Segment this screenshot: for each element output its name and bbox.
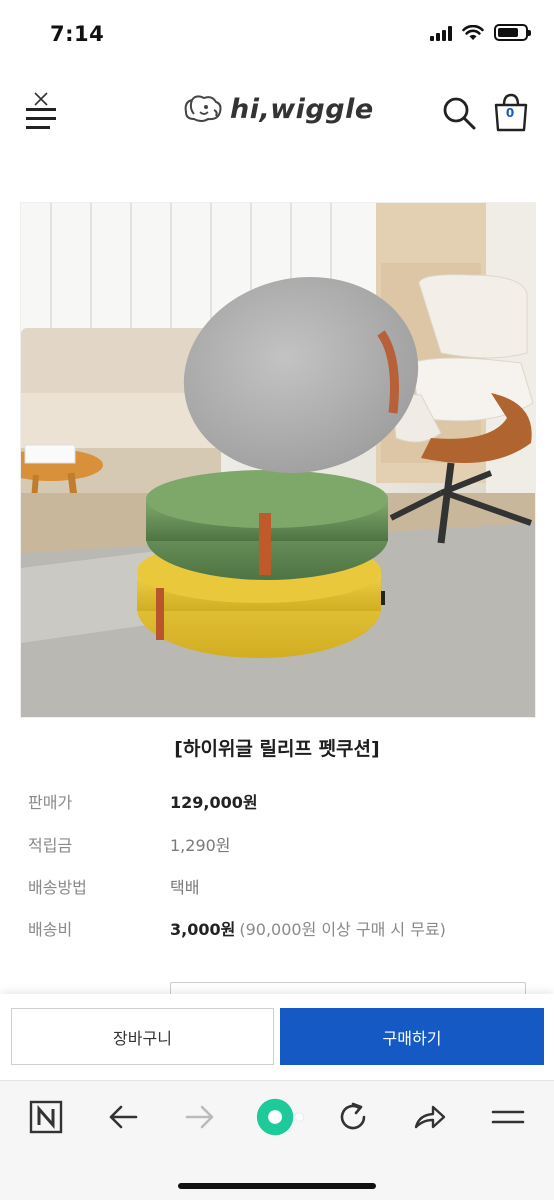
price-label: 판매가 — [28, 793, 73, 812]
search-icon[interactable] — [440, 94, 478, 132]
shipping-method-label: 배송방법 — [28, 878, 87, 897]
shipping-method-row: 배송방법 택배 — [28, 874, 528, 898]
shipping-fee-label: 배송비 — [28, 920, 73, 939]
battery-level — [498, 28, 518, 37]
cellular-signal-icon — [430, 25, 452, 41]
close-x-icon — [34, 92, 48, 106]
points-label: 적립금 — [28, 836, 73, 855]
back-arrow-icon[interactable] — [103, 1097, 143, 1137]
home-indicator — [178, 1183, 376, 1189]
shipping-fee-value: 3,000원 — [170, 920, 236, 939]
menu-icon[interactable] — [488, 1097, 528, 1137]
product-image[interactable] — [20, 202, 536, 718]
points-row: 적립금 1,290원 — [28, 832, 528, 856]
points-value: 1,290원 — [170, 836, 231, 855]
forward-arrow-icon[interactable] — [180, 1097, 220, 1137]
price-value: 129,000원 — [170, 793, 258, 812]
buy-now-button[interactable]: 구매하기 — [280, 1008, 544, 1065]
shipping-method-value: 택배 — [170, 878, 200, 897]
shipping-fee-row: 배송비 3,000원 (90,000원 이상 구매 시 무료) — [28, 916, 528, 940]
dog-logo-icon — [184, 95, 222, 122]
wifi-icon — [462, 24, 484, 40]
status-time: 7:14 — [50, 22, 105, 46]
brand-name: hi,wiggle — [230, 93, 374, 125]
naver-home-icon[interactable] — [26, 1097, 66, 1137]
brand-logo[interactable]: hi,wiggle — [180, 92, 374, 126]
cart-count-badge: 0 — [505, 106, 515, 120]
browser-toolbar — [0, 1080, 554, 1200]
status-icons — [430, 24, 531, 41]
battery-icon — [494, 24, 531, 41]
green-dot-icon[interactable] — [256, 1091, 308, 1143]
shipping-fee-note: (90,000원 이상 구매 시 무료) — [239, 920, 446, 939]
purchase-action-bar: 장바구니 구매하기 — [0, 994, 554, 1080]
refresh-icon[interactable] — [333, 1097, 373, 1137]
share-icon[interactable] — [410, 1097, 450, 1137]
status-bar: 7:14 — [0, 0, 554, 72]
price-row: 판매가 129,000원 — [28, 789, 528, 813]
shopping-bag-icon[interactable]: 0 — [492, 92, 530, 134]
add-to-cart-button[interactable]: 장바구니 — [11, 1008, 274, 1065]
site-header: hi,wiggle 0 — [0, 72, 554, 158]
product-title: [하이위글 릴리프 펫쿠션] — [174, 738, 380, 760]
hamburger-menu-icon[interactable] — [26, 92, 58, 130]
